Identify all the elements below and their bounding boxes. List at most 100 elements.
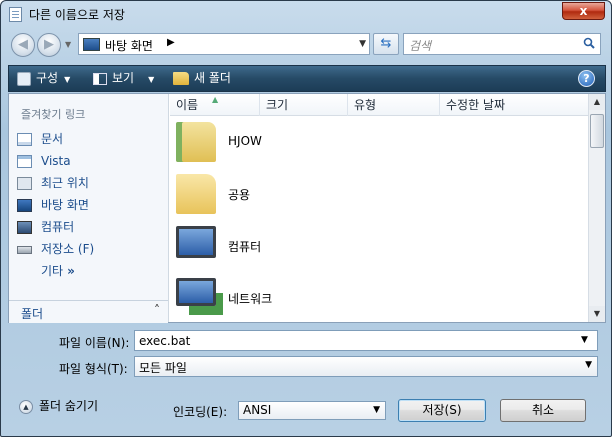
column-header-name[interactable]: 이름 ▲: [170, 94, 260, 116]
column-headers: 이름 ▲ 크기 유형 수정한 날짜: [170, 94, 588, 116]
vertical-scrollbar[interactable]: ▲ ▼: [588, 94, 605, 322]
chevron-down-icon: ▼: [373, 405, 380, 415]
favorite-link-label: 컴퓨터: [41, 220, 75, 234]
file-pane: 이름 ▲ 크기 유형 수정한 날짜 HJOW 공용 컴퓨터 네트워크 ▲ ▼: [170, 94, 605, 322]
cancel-button[interactable]: 취소: [500, 399, 586, 422]
navigation-pane: 즐겨찾기 링크 문서 Vista 최근 위치 바탕 화면 컴퓨터 저장소 (F)…: [9, 94, 169, 323]
favorites-title: 즐겨찾기 링크: [21, 108, 86, 121]
save-as-dialog: 다른 이름으로 저장 x ◀ ▶ ▼ 바탕 화면 ▶ ▼ ⇆ 검색 구성 ▼ 보기…: [0, 0, 612, 437]
favorite-link-drive[interactable]: 저장소 (F): [15, 238, 94, 260]
favorite-link-documents[interactable]: 문서: [15, 128, 94, 150]
window-title: 다른 이름으로 저장: [29, 8, 125, 22]
network-icon: [176, 278, 216, 306]
filetype-label: 파일 형식(T):: [59, 362, 128, 376]
computer-icon: [17, 221, 32, 234]
file-item-name: 공용: [228, 188, 251, 202]
notepad-icon: [9, 7, 22, 22]
favorite-link-computer[interactable]: 컴퓨터: [15, 216, 94, 238]
file-item-name: 컴퓨터: [228, 240, 262, 254]
organize-icon: [17, 71, 31, 86]
save-button[interactable]: 저장(S): [398, 399, 486, 422]
favorite-link-desktop[interactable]: 바탕 화면: [15, 194, 94, 216]
close-button[interactable]: x: [562, 2, 605, 20]
file-item-computer[interactable]: 컴퓨터: [170, 220, 588, 272]
back-button[interactable]: ◀: [11, 33, 35, 57]
favorite-link-label: 문서: [41, 132, 64, 146]
more-label: 기타: [41, 264, 64, 278]
file-item-name: 네트워크: [228, 292, 273, 306]
favorite-link-label: Vista: [41, 154, 71, 168]
scroll-thumb[interactable]: [590, 114, 604, 148]
column-header-type[interactable]: 유형: [348, 94, 440, 116]
help-icon[interactable]: ?: [578, 70, 595, 87]
hide-folders-button[interactable]: ▲ 폴더 숨기기: [19, 397, 98, 414]
filetype-value: 모든 파일: [139, 361, 187, 375]
file-item-public[interactable]: 공용: [170, 168, 588, 220]
documents-icon: [17, 133, 32, 146]
folder-icon: [176, 174, 216, 214]
encoding-value: ANSI: [243, 403, 272, 417]
double-chevron-icon: »: [67, 264, 75, 278]
refresh-button[interactable]: ⇆: [373, 33, 399, 55]
sort-arrow-icon: ▲: [212, 95, 219, 104]
search-icon[interactable]: [583, 37, 595, 49]
title-bar: 다른 이름으로 저장 x: [1, 1, 611, 27]
chevron-up-icon: ˄: [154, 303, 160, 317]
hide-folders-label: 폴더 숨기기: [39, 399, 99, 413]
views-icon: [93, 72, 107, 85]
content-area: 즐겨찾기 링크 문서 Vista 최근 위치 바탕 화면 컴퓨터 저장소 (F)…: [8, 93, 606, 323]
views-button[interactable]: 보기 ▼: [93, 66, 154, 91]
favorite-link-label: 저장소 (F): [41, 242, 95, 256]
column-header-label: 이름: [176, 98, 199, 112]
favorite-link-label: 바탕 화면: [41, 198, 89, 212]
column-header-date[interactable]: 수정한 날짜: [440, 94, 588, 116]
favorite-links-more[interactable]: 기타»: [15, 260, 94, 282]
encoding-label: 인코딩(E):: [173, 405, 228, 419]
history-dropdown-icon[interactable]: ▼: [65, 40, 71, 49]
new-folder-label: 새 폴더: [194, 71, 231, 85]
folders-label: 폴더: [21, 307, 44, 321]
favorite-link-label: 최근 위치: [41, 176, 89, 190]
chevron-down-icon: ▼: [64, 75, 71, 84]
column-header-size[interactable]: 크기: [260, 94, 348, 116]
file-item-hjow[interactable]: HJOW: [170, 116, 588, 168]
search-input[interactable]: 검색: [403, 33, 601, 55]
desktop-icon: [83, 38, 100, 51]
file-item-network[interactable]: 네트워크: [170, 272, 588, 324]
scroll-up-icon[interactable]: ▲: [589, 94, 605, 110]
organize-label: 구성: [36, 71, 59, 85]
drive-icon: [17, 245, 32, 254]
chevron-down-icon: ▼: [148, 75, 155, 84]
filetype-select[interactable]: 모든 파일 ▼: [134, 356, 598, 377]
favorite-link-recent[interactable]: 최근 위치: [15, 172, 94, 194]
command-toolbar: 구성 ▼ 보기 ▼ 새 폴더 ?: [8, 65, 606, 92]
filename-field[interactable]: [134, 330, 598, 351]
address-bar[interactable]: 바탕 화면 ▶ ▼: [78, 33, 370, 55]
address-location[interactable]: 바탕 화면: [105, 37, 153, 54]
chevron-down-icon: ▼: [585, 360, 592, 370]
forward-button[interactable]: ▶: [37, 33, 61, 57]
filename-label: 파일 이름(N):: [59, 336, 130, 350]
file-list: HJOW 공용 컴퓨터 네트워크: [170, 116, 588, 324]
new-folder-icon: [173, 72, 189, 85]
views-label: 보기: [112, 71, 135, 85]
organize-button[interactable]: 구성 ▼: [17, 66, 70, 91]
chevron-up-icon: ▲: [19, 399, 33, 414]
address-row: ◀ ▶ ▼ 바탕 화면 ▶ ▼ ⇆ 검색: [1, 29, 611, 61]
new-folder-button[interactable]: 새 폴더: [173, 66, 231, 91]
breadcrumb-arrow-icon[interactable]: ▶: [167, 37, 175, 48]
scroll-down-icon[interactable]: ▼: [589, 306, 605, 322]
user-folder-icon: [176, 122, 216, 162]
search-placeholder: 검색: [409, 39, 432, 53]
documents-icon: [17, 155, 32, 168]
favorite-links-list: 문서 Vista 최근 위치 바탕 화면 컴퓨터 저장소 (F) 기타»: [15, 128, 94, 282]
desktop-icon: [17, 199, 32, 212]
recent-places-icon: [17, 177, 32, 190]
address-dropdown-icon[interactable]: ▼: [359, 39, 366, 49]
file-item-name: HJOW: [228, 134, 262, 148]
favorite-link-vista[interactable]: Vista: [15, 150, 94, 172]
filename-dropdown-icon[interactable]: ▼: [581, 335, 588, 345]
computer-icon: [176, 226, 216, 258]
encoding-select[interactable]: ANSI ▼: [238, 401, 386, 420]
folders-toggle[interactable]: 폴더 ˄: [9, 300, 168, 323]
